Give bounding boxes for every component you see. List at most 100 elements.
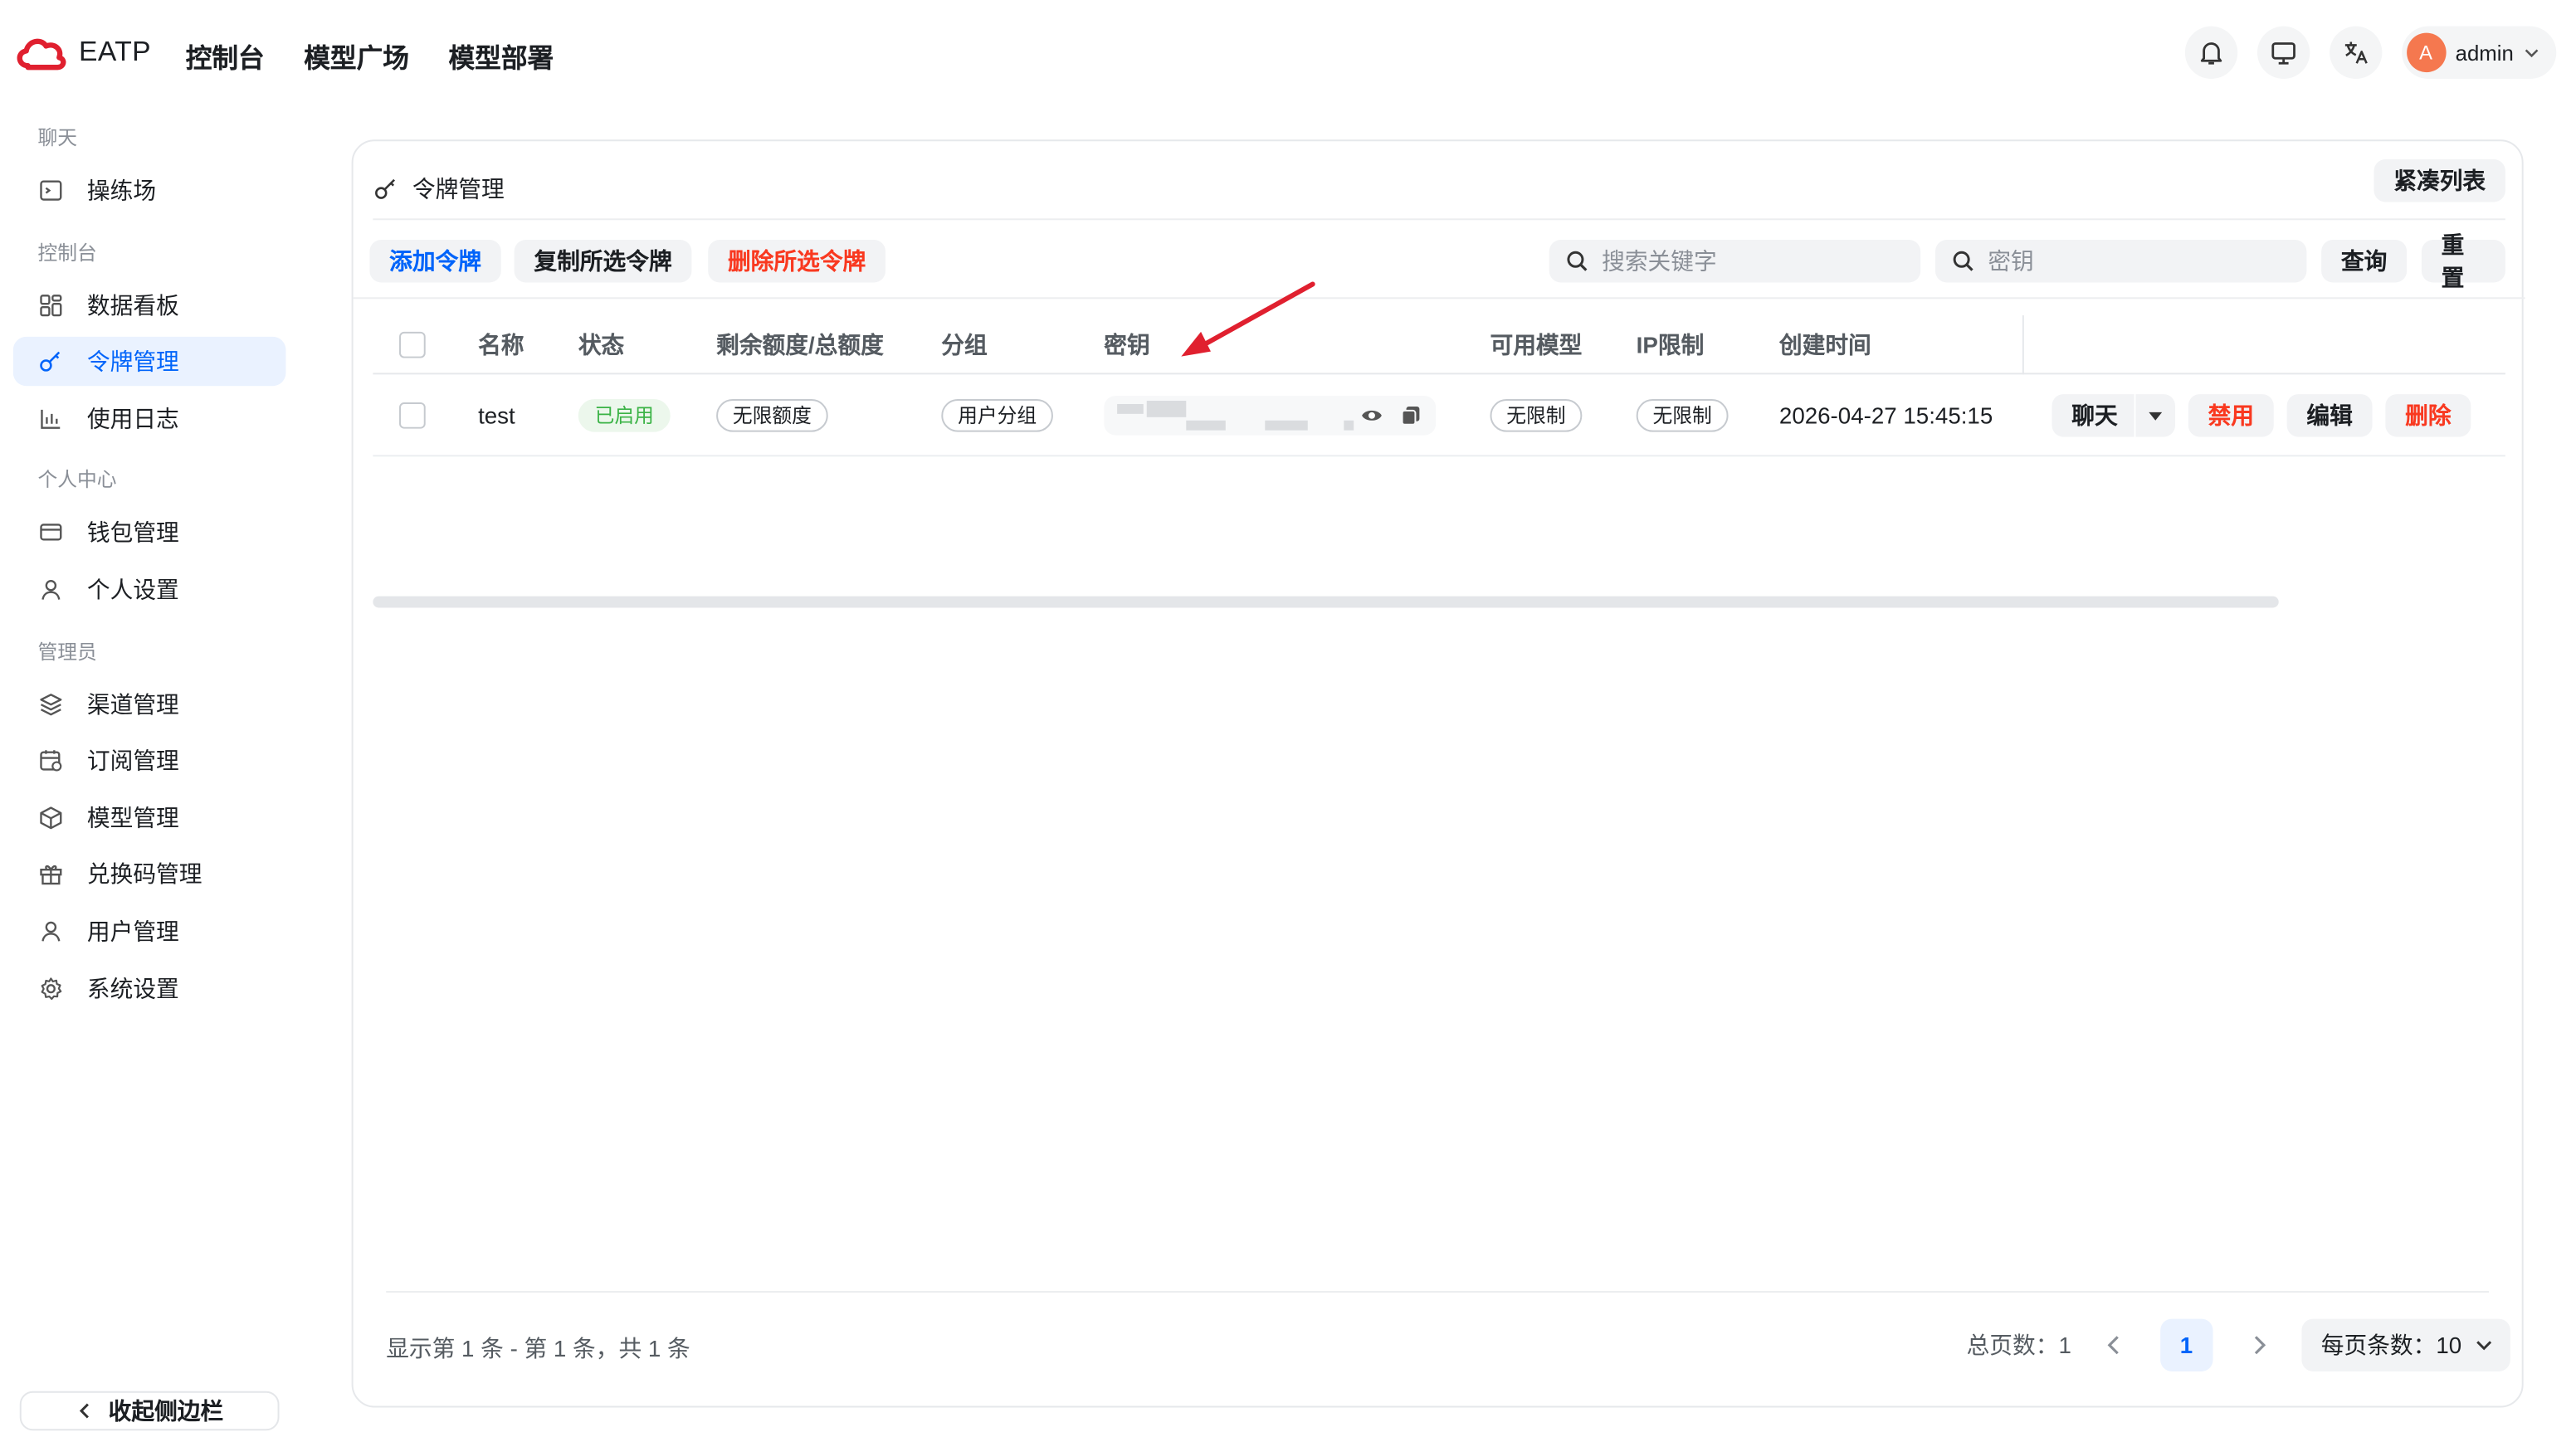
top-nav-console[interactable]: 控制台	[186, 37, 265, 76]
card-header: 令牌管理 紧凑列表	[373, 158, 2505, 221]
sidebar-item-redeem-codes[interactable]: 兑换码管理	[13, 850, 286, 899]
search-icon	[1953, 251, 1973, 271]
chat-button[interactable]: 聊天	[2052, 393, 2134, 436]
copy-icon[interactable]	[1400, 403, 1423, 426]
top-nav: 控制台 模型广场 模型部署	[186, 37, 554, 76]
disable-button[interactable]: 禁用	[2188, 393, 2274, 436]
divider	[386, 1290, 2490, 1293]
chevron-left-icon	[2107, 1336, 2119, 1355]
table-header-row: 名称 状态 剩余额度/总额度 分组 密钥 可用模型 IP限制 创建时间	[373, 315, 2505, 375]
chevron-right-icon	[2254, 1336, 2266, 1355]
sidebar-item-channels[interactable]: 渠道管理	[13, 680, 286, 728]
ip-badge: 无限制	[1636, 398, 1729, 431]
notification-button[interactable]	[2184, 26, 2237, 80]
column-header-key[interactable]: 密钥	[1104, 315, 1149, 373]
table-row[interactable]: test 已启用 无限额度 用户分组 无限制 无限制 2026-04-27 15…	[373, 374, 2505, 457]
column-header-quota[interactable]: 剩余额度/总额度	[716, 315, 884, 373]
select-all-cell	[399, 315, 426, 373]
delete-selected-tokens-button[interactable]: 删除所选令牌	[708, 240, 886, 283]
copy-selected-tokens-button[interactable]: 复制所选令牌	[514, 240, 692, 283]
dashboard-icon	[40, 294, 62, 316]
sidebar-item-users[interactable]: 用户管理	[13, 907, 286, 956]
chat-dropdown-button[interactable]	[2135, 393, 2175, 436]
monitor-icon	[2271, 42, 2295, 65]
calendar-icon	[40, 750, 62, 772]
sidebar-group-chat: 聊天	[37, 126, 78, 150]
sidebar-item-label: 数据看板	[86, 291, 179, 319]
divider	[353, 297, 2525, 300]
horizontal-scrollbar[interactable]	[373, 596, 2279, 608]
eye-icon[interactable]	[1360, 403, 1383, 426]
keyword-search-input[interactable]	[1602, 247, 1898, 275]
status-cell: 已启用	[578, 374, 671, 455]
display-button[interactable]	[2256, 26, 2310, 80]
top-nav-model-square[interactable]: 模型广场	[304, 37, 409, 76]
masked-key-blur	[1186, 419, 1226, 430]
top-nav-model-deploy[interactable]: 模型部署	[448, 37, 554, 76]
keyword-search	[1549, 240, 1921, 283]
pagination: 总页数：1 1 每页条数：10	[1967, 1318, 2511, 1371]
page-size-label: 每页条数：10	[2320, 1332, 2462, 1359]
page-number-current[interactable]: 1	[2159, 1318, 2213, 1371]
row-checkbox[interactable]	[399, 402, 426, 428]
sidebar: 聊天 操练场 控制台 数据看板 令牌管理 使用日志 个人中心 钱包管理 个人设置…	[0, 109, 299, 1436]
collapse-sidebar-label: 收起侧边栏	[108, 1397, 224, 1425]
terminal-icon	[40, 180, 62, 201]
cloud-logo-icon	[17, 38, 66, 71]
column-header-status[interactable]: 状态	[578, 315, 624, 373]
chat-split-button: 聊天	[2052, 393, 2175, 436]
masked-key-blur	[1117, 402, 1144, 413]
next-page-button[interactable]	[2239, 1326, 2279, 1366]
chart-icon	[41, 409, 61, 429]
prev-page-button[interactable]	[2095, 1326, 2134, 1366]
column-header-created[interactable]: 创建时间	[1779, 315, 1871, 373]
gear-icon	[41, 977, 62, 1000]
token-management-card: 令牌管理 紧凑列表 添加令牌 复制所选令牌 删除所选令牌 查询 重置 名称 状态	[351, 139, 2525, 1408]
column-header-ip[interactable]: IP限制	[1637, 315, 1705, 373]
sidebar-item-wallet[interactable]: 钱包管理	[13, 508, 286, 557]
user-icon	[41, 921, 61, 942]
collapse-sidebar-button[interactable]: 收起侧边栏	[19, 1391, 280, 1431]
add-token-button[interactable]: 添加令牌	[369, 240, 501, 283]
query-button[interactable]: 查询	[2321, 240, 2408, 283]
select-all-checkbox[interactable]	[399, 330, 426, 358]
language-button[interactable]	[2329, 26, 2382, 80]
user-menu[interactable]: A admin	[2401, 26, 2557, 80]
tokens-table: 名称 状态 剩余额度/总额度 分组 密钥 可用模型 IP限制 创建时间 test…	[373, 315, 2505, 457]
user-icon	[41, 579, 61, 600]
sidebar-item-personal-settings[interactable]: 个人设置	[13, 565, 286, 614]
key-search	[1934, 240, 2307, 283]
sidebar-item-dashboard[interactable]: 数据看板	[13, 280, 286, 329]
caret-down-icon	[2149, 411, 2163, 420]
brand-logo[interactable]: EATP	[13, 33, 151, 73]
page-size-select[interactable]: 每页条数：10	[2301, 1318, 2511, 1371]
sidebar-item-usage-log[interactable]: 使用日志	[13, 394, 286, 443]
sidebar-item-label: 使用日志	[86, 405, 179, 432]
edit-button[interactable]: 编辑	[2286, 393, 2373, 436]
sidebar-item-token-management[interactable]: 令牌管理	[12, 337, 286, 387]
annotation-arrow-icon	[1181, 281, 1315, 357]
sidebar-item-playground[interactable]: 操练场	[13, 166, 286, 215]
brand-name: EATP	[79, 36, 152, 68]
delete-button[interactable]: 删除	[2385, 393, 2471, 436]
sidebar-item-system-settings[interactable]: 系统设置	[13, 963, 286, 1012]
sidebar-item-subscriptions[interactable]: 订阅管理	[13, 736, 286, 785]
avatar: A	[2406, 32, 2446, 73]
sidebar-item-models[interactable]: 模型管理	[13, 793, 286, 842]
group-cell: 用户分组	[941, 374, 1053, 455]
user-name: admin	[2455, 40, 2514, 66]
key-search-input[interactable]	[1988, 247, 2284, 275]
sidebar-group-personal: 个人中心	[37, 468, 117, 492]
column-header-group[interactable]: 分组	[941, 315, 987, 373]
key-cell	[1104, 374, 1437, 455]
compact-list-button[interactable]: 紧凑列表	[2374, 159, 2505, 202]
sidebar-group-admin: 管理员	[37, 640, 97, 663]
cube-icon	[40, 806, 62, 829]
group-badge: 用户分组	[941, 398, 1053, 431]
column-header-name[interactable]: 名称	[478, 315, 524, 373]
masked-key-blur	[1146, 400, 1187, 416]
masked-key-blur	[1265, 419, 1308, 430]
column-header-models[interactable]: 可用模型	[1490, 315, 1582, 373]
reset-button[interactable]: 重置	[2421, 231, 2505, 290]
key-icon	[375, 178, 396, 198]
